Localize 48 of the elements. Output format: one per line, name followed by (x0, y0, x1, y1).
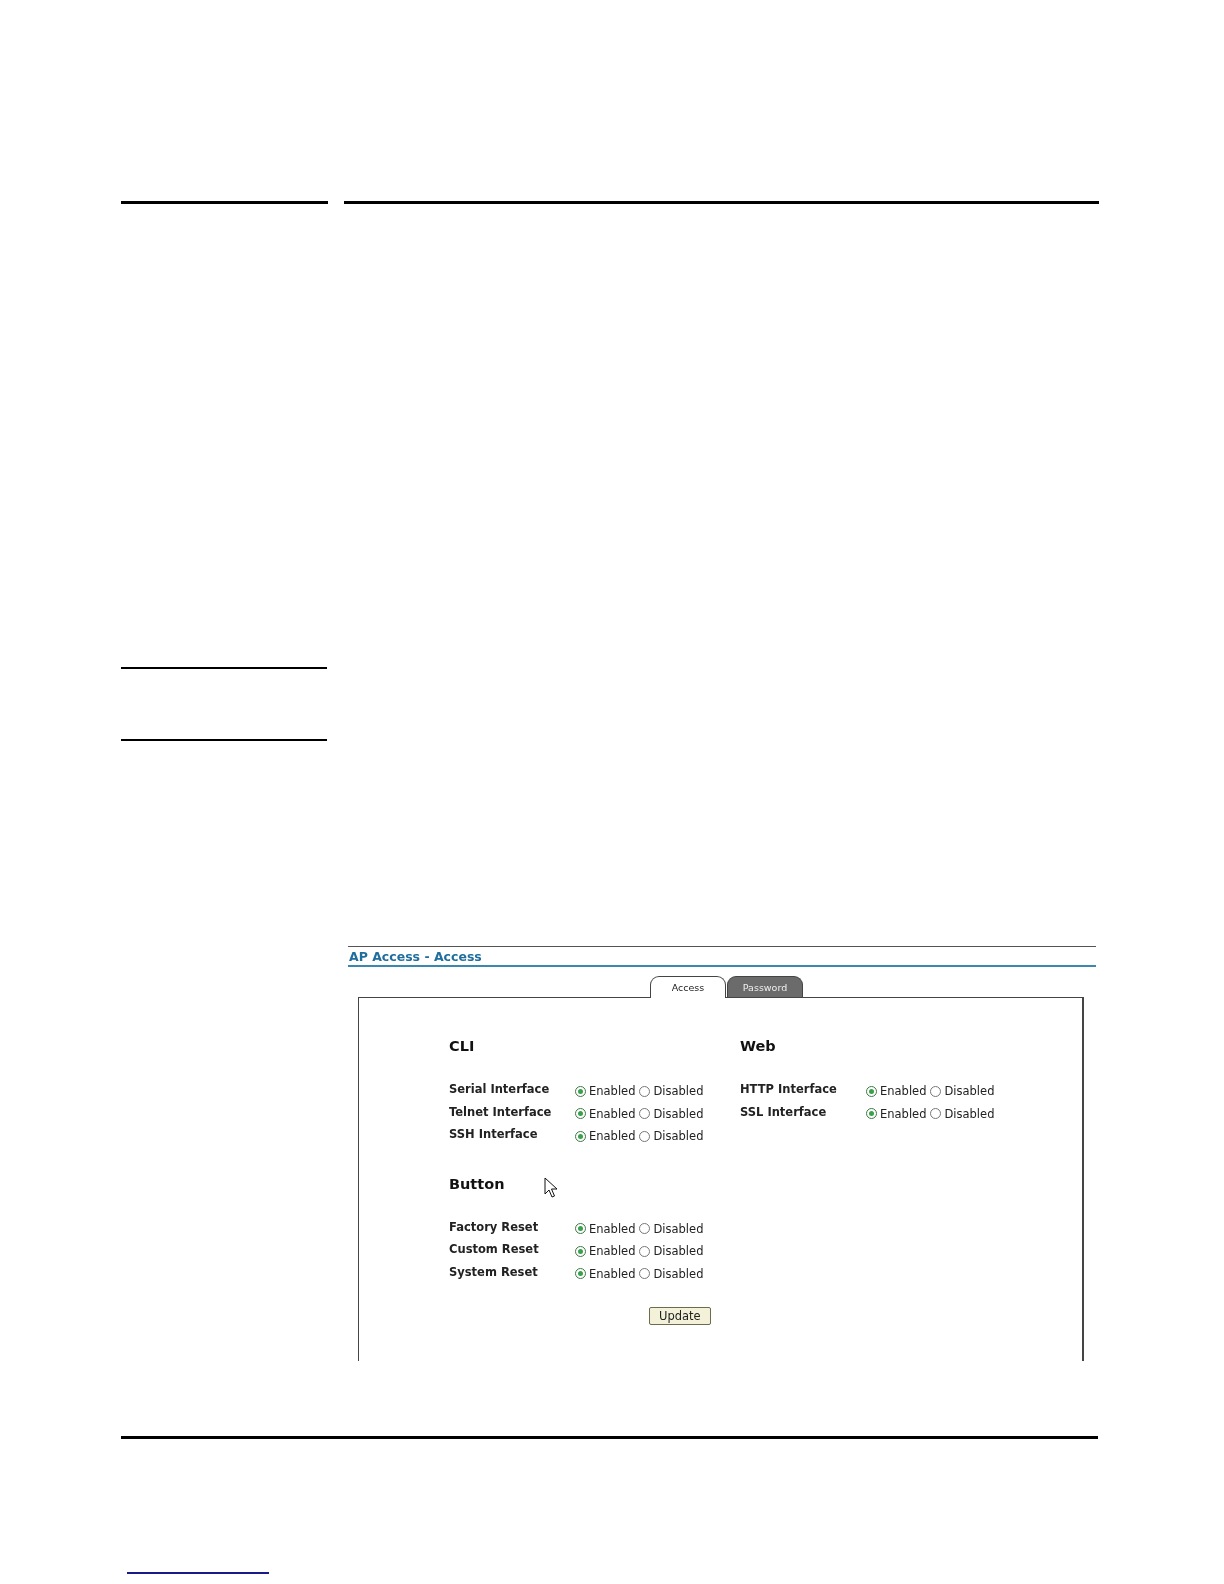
radio-label[interactable]: Enabled (880, 1106, 927, 1121)
setting-label: SSH Interface (449, 1127, 539, 1142)
radio-button[interactable] (639, 1130, 651, 1142)
tab[interactable]: Access (650, 976, 726, 998)
radio-button[interactable] (639, 1245, 651, 1257)
tab[interactable]: Password (727, 976, 803, 997)
setting-label: Serial Interface (449, 1082, 551, 1097)
radio-label[interactable]: Disabled (944, 1084, 995, 1099)
radio-button[interactable] (639, 1085, 651, 1097)
radio-label[interactable]: Disabled (653, 1266, 704, 1281)
radio-label[interactable]: Enabled (589, 1244, 636, 1259)
update-button[interactable]: Update (649, 1307, 711, 1325)
radio-label[interactable]: Enabled (589, 1266, 636, 1281)
radio-button[interactable] (866, 1108, 877, 1120)
radio-button[interactable] (575, 1268, 586, 1280)
setting-label: Factory Reset (449, 1219, 540, 1234)
radio-label[interactable]: Enabled (589, 1221, 636, 1236)
radio-button[interactable] (575, 1245, 586, 1257)
radio-button[interactable] (575, 1130, 586, 1142)
radio-button[interactable] (575, 1223, 586, 1235)
section-heading: Web (740, 1038, 776, 1054)
radio-label[interactable]: Enabled (589, 1129, 636, 1144)
section-heading: CLI (449, 1038, 475, 1054)
radio-label[interactable]: Disabled (653, 1221, 704, 1236)
radio-label[interactable]: Disabled (653, 1106, 704, 1121)
section-heading: Button (449, 1175, 505, 1192)
setting-label: Custom Reset (449, 1242, 540, 1257)
radio-label[interactable]: Disabled (944, 1106, 995, 1121)
radio-button[interactable] (639, 1108, 651, 1120)
setting-label: HTTP Interface (740, 1082, 838, 1097)
mouse-cursor-icon (544, 1177, 558, 1199)
radio-button[interactable] (930, 1085, 942, 1097)
radio-label[interactable]: Enabled (589, 1106, 636, 1121)
radio-label[interactable]: Disabled (653, 1244, 704, 1259)
radio-label[interactable]: Disabled (653, 1084, 704, 1099)
setting-label: SSL Interface (740, 1104, 828, 1119)
setting-label: Telnet Interface (449, 1104, 553, 1119)
radio-button[interactable] (639, 1268, 651, 1280)
radio-label[interactable]: Enabled (589, 1084, 636, 1099)
window-title: AP Access - Access (348, 947, 1096, 967)
radio-button[interactable] (575, 1085, 586, 1097)
radio-button[interactable] (575, 1108, 586, 1120)
setting-label: System Reset (449, 1264, 539, 1279)
radio-label[interactable]: Disabled (653, 1129, 704, 1144)
radio-label[interactable]: Enabled (880, 1084, 927, 1099)
radio-button[interactable] (866, 1085, 877, 1097)
radio-button[interactable] (930, 1108, 942, 1120)
radio-button[interactable] (639, 1223, 651, 1235)
